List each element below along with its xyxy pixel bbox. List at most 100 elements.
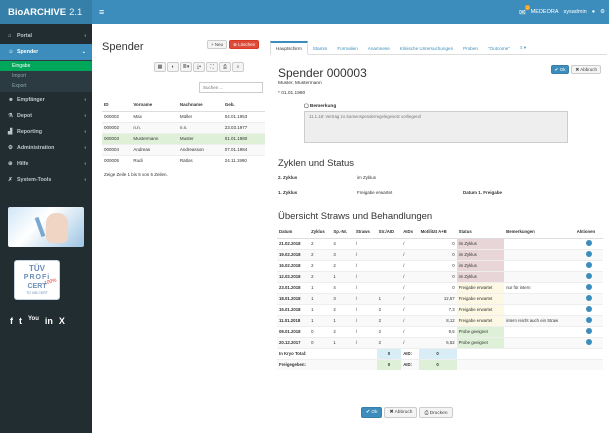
export-icon[interactable]: ⤓▾ [193, 62, 205, 72]
action-icon[interactable] [585, 273, 592, 279]
sidebar-item-system-tools[interactable]: ✗ System-Tools ‹ [0, 172, 92, 188]
search-icon[interactable]: ⌕ [232, 62, 244, 72]
notification-icon[interactable]: ✉ 2 [519, 4, 530, 17]
chevron-icon: ‹ [84, 33, 86, 39]
linkedin-icon[interactable]: in [45, 316, 53, 326]
table-row[interactable]: 000004 Andreas Andreasson 07.01.1984 [102, 143, 265, 155]
col-vorname[interactable]: Vorname [131, 98, 178, 112]
print-icon[interactable]: ⎙ [219, 62, 231, 72]
sidebar-item-empfaenger[interactable]: ☻ Empfänger ‹ [0, 92, 92, 108]
facebook-icon[interactable]: f [10, 316, 13, 326]
sidebar-item-portal[interactable]: ⌂ Portal ‹ [0, 28, 92, 44]
action-icon[interactable] [585, 306, 592, 312]
sidebar-sub-import[interactable]: Import [0, 71, 92, 81]
tab-anamnese[interactable]: Anamnese [363, 41, 395, 55]
sidebar-item-spender[interactable]: ☺ Spender ⌄ [0, 44, 92, 60]
cycle-row: 2. Zyklus im Zyklus [278, 175, 376, 180]
bottom-ok-button[interactable]: ✔ Ok [361, 407, 383, 418]
tab-klinische-untersuchungen[interactable]: Klinische Untersuchungen [395, 41, 458, 55]
table-row[interactable]: 000002 Max Müller 04.01.1953 [102, 110, 265, 122]
table-row[interactable]: 08.01.2018 0 2/2/9,5 Probe geeignet [277, 325, 603, 337]
action-icon[interactable] [585, 295, 592, 301]
action-icon[interactable] [585, 339, 592, 345]
search-input[interactable] [199, 82, 263, 93]
table-row[interactable]: 000002 n.n. n.n. 23.03.1977 [102, 121, 265, 133]
col-geb[interactable]: Geb. [222, 98, 265, 112]
col-zyklus[interactable]: Zyklus [309, 226, 332, 239]
new-button[interactable]: + Neu [207, 40, 228, 49]
sidebar-item-administration[interactable]: ⚙ Administration ‹ [0, 140, 92, 156]
user-name[interactable]: sysadmin [564, 9, 587, 15]
brand-logo[interactable]: BioARCHIVE 2.1 [0, 0, 92, 24]
columns-icon[interactable]: ≣▾ [180, 62, 192, 72]
cancel-button[interactable]: ✖ Abbruch [571, 65, 601, 74]
table-row-selected[interactable]: 000003 Mustermann Muster 01.01.1980 [102, 132, 265, 144]
table-row[interactable]: 23.01.2018 1 4//0 Freigabe erwartet nur für … [277, 281, 603, 293]
straws-heading: Übersicht Straws und Behandlungen [278, 211, 433, 222]
col-status[interactable]: Status [456, 226, 505, 239]
settings-icon[interactable]: ⚙ [600, 9, 605, 15]
col-bemerkungen[interactable]: Bemerkungen [504, 226, 575, 239]
col-spnr[interactable]: Sp.-Nr. [331, 226, 354, 239]
app-window: BioARCHIVE 2.1 ≡ ✉ 2 MEDEORA sysadmin ● ⚙ … [0, 0, 609, 433]
col-aids[interactable]: AIDs [401, 226, 419, 239]
action-icon[interactable] [585, 251, 592, 257]
grid-view-icon[interactable]: ▦ [154, 62, 166, 72]
col-aktionen[interactable]: Aktionen [574, 226, 603, 239]
chevron-icon: ‹ [84, 129, 86, 135]
tab-proben[interactable]: Proben [458, 41, 483, 55]
col-id[interactable]: ID [102, 98, 132, 112]
youtube-icon[interactable]: You [28, 316, 39, 326]
tab-stamm[interactable]: Stamm [308, 41, 333, 55]
table-row[interactable]: 20.12.2017 0 1/2/6,62 Probe geeignet [277, 336, 603, 348]
toggle-icon[interactable]: ◐ [167, 62, 179, 72]
fullscreen-icon[interactable]: ⛶ [206, 62, 218, 72]
remark-field[interactable]: 11.1.18: Vertrag zu Samenspenderregelege… [304, 111, 568, 143]
top-right-area: ✉ 2 MEDEORA sysadmin ● ⚙ [519, 0, 605, 24]
sidebar-sub-export[interactable]: Export [0, 81, 92, 91]
table-row[interactable]: 12.02.2018 2 1//0 im Zyklus [277, 270, 603, 282]
tab-formalien[interactable]: Formalien [332, 41, 362, 55]
table-row[interactable]: 18.01.2018 1 3/1/12,57 Freigabe erwartet [277, 292, 603, 304]
sidebar-item-hilfe[interactable]: ⊕ Hilfe ‹ [0, 156, 92, 172]
tab-hauptschirm[interactable]: Hauptschirm [270, 41, 308, 55]
social-links: f t You in X [10, 316, 65, 326]
col-datum[interactable]: Datum [277, 226, 310, 239]
list-actions: + Neu ⊗ Löschen [207, 40, 260, 49]
tab-more-menu[interactable]: ≡ ▾ [515, 41, 531, 55]
tuv-cert-logo: TÜV PROFi CERT TÜ VIB CERT 100% [14, 260, 60, 300]
table-row[interactable]: 19.02.2018 2 3//0 im Zyklus [277, 248, 603, 260]
table-row[interactable]: 21.02.2018 2 4//0 im Zyklus [277, 237, 603, 249]
action-icon[interactable] [585, 284, 592, 290]
sidebar-sub-eingabe[interactable]: Eingabe [0, 61, 92, 71]
action-icon[interactable] [585, 240, 592, 246]
action-icon[interactable] [585, 317, 592, 323]
delete-button[interactable]: ⊗ Löschen [229, 40, 260, 49]
gear-icon: ⚙ [8, 145, 13, 151]
cycles-heading: Zyklen und Status [278, 158, 355, 169]
ok-button[interactable]: ✔ Ok [550, 65, 570, 74]
status-cell: im Zyklus [456, 259, 505, 271]
action-icon[interactable] [585, 328, 592, 334]
sidebar-item-depot[interactable]: ⚗ Depot ‹ [0, 108, 92, 124]
table-row[interactable]: 15.02.2018 2 2//0 im Zyklus [277, 259, 603, 271]
table-row[interactable]: 15.01.2018 1 2/2/7,3 Freigabe erwartet [277, 303, 603, 315]
xing-icon[interactable]: X [59, 316, 65, 326]
donor-table: ID Vorname Nachname Geb. 000002 Max Müller… [102, 98, 265, 166]
col-nachname[interactable]: Nachname [177, 98, 223, 112]
user-icon[interactable]: ● [592, 9, 595, 15]
users-icon: ☻ [8, 97, 14, 103]
twitter-icon[interactable]: t [19, 316, 22, 326]
action-icon[interactable] [585, 262, 592, 268]
print-button[interactable]: ⎙ Drucken [419, 407, 453, 418]
bottom-cancel-button[interactable]: ✖ Abbruch [384, 407, 418, 418]
sidebar-item-reporting[interactable]: ▟ Reporting ‹ [0, 124, 92, 140]
col-str-aid[interactable]: Str./AID [376, 226, 402, 239]
tab-outcome[interactable]: "Outcome" [483, 41, 515, 55]
table-row[interactable]: 000005 Rudi Ratlos 24.11.1990 [102, 154, 265, 166]
chevron-icon: ⌄ [81, 49, 86, 55]
menu-toggle-icon[interactable]: ≡ [99, 7, 104, 17]
table-row[interactable]: 11.01.2018 1 1/2/8,12 Freigabe erwartet inte… [277, 314, 603, 326]
col-straws[interactable]: Straws [353, 226, 377, 239]
col-motilitaet[interactable]: Motilität A+B [418, 226, 457, 239]
